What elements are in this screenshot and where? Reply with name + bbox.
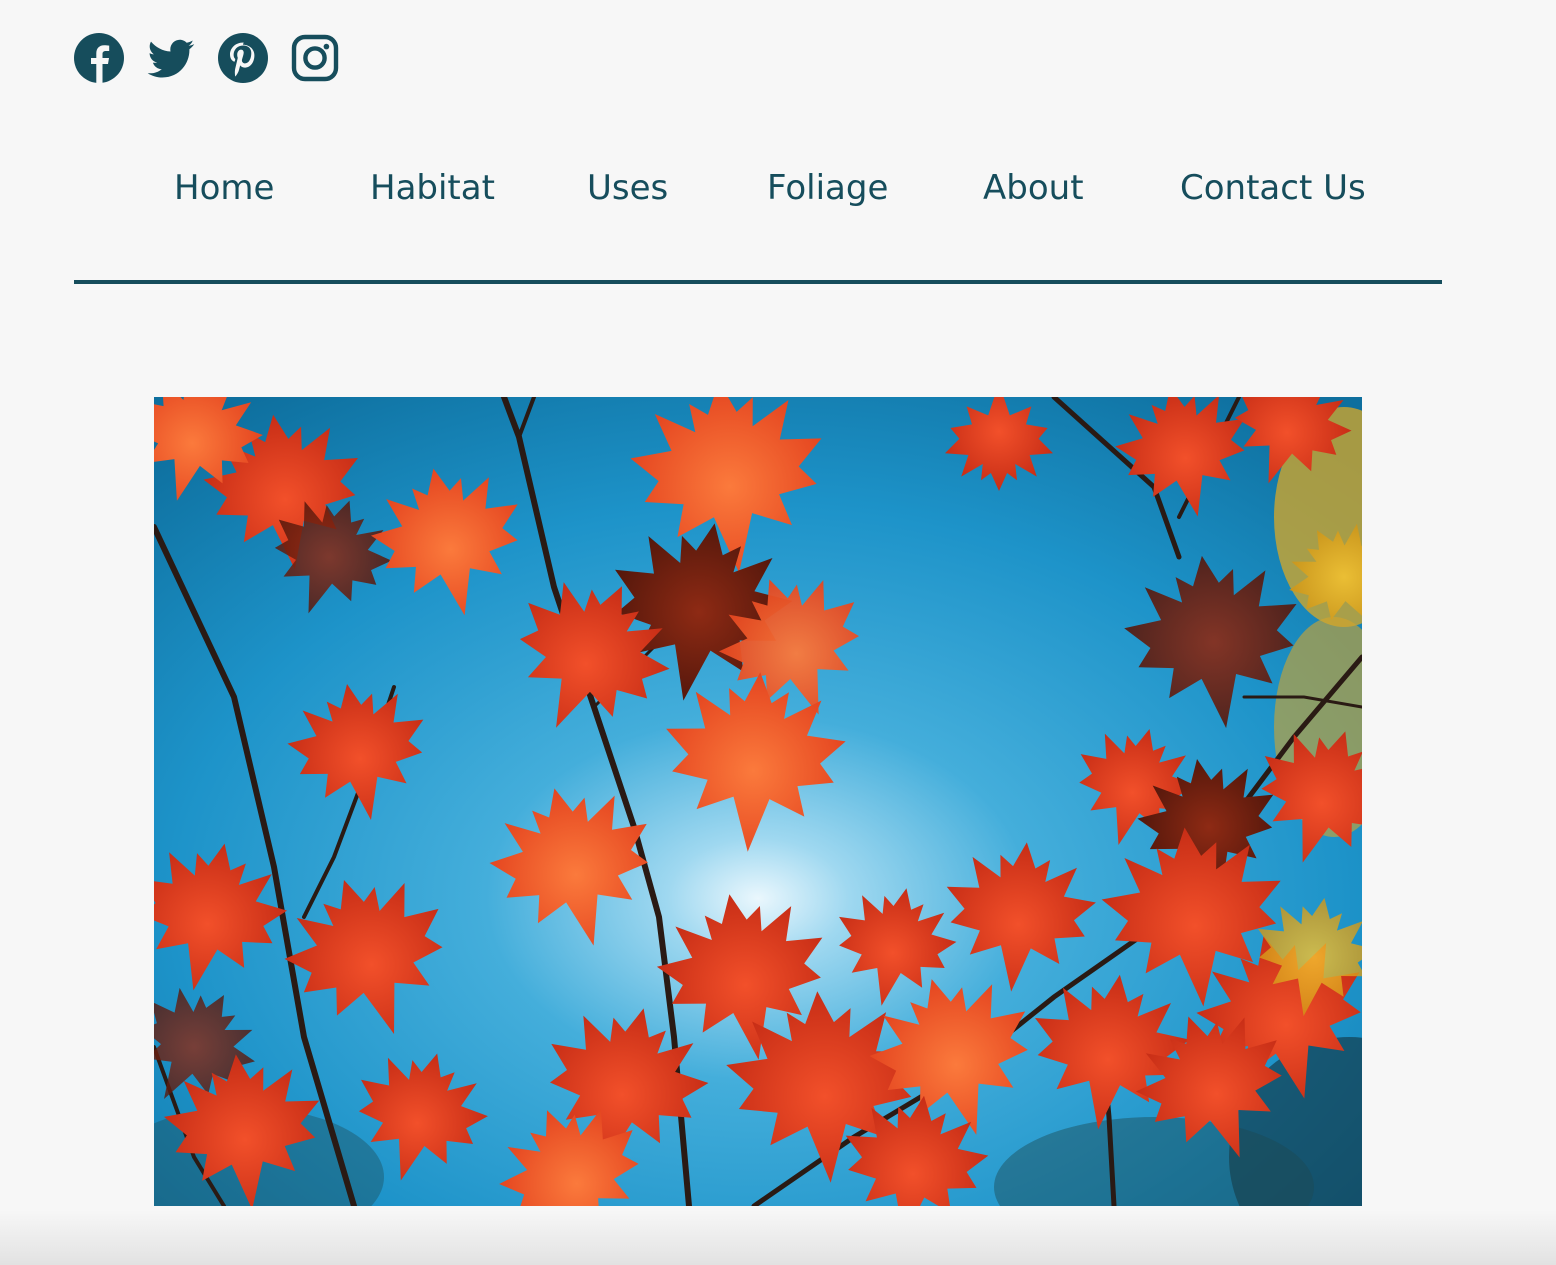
facebook-link[interactable] bbox=[74, 33, 124, 83]
nav-item-home[interactable]: Home bbox=[174, 160, 274, 216]
nav-item-about[interactable]: About bbox=[983, 160, 1084, 216]
twitter-icon bbox=[147, 39, 195, 78]
instagram-link[interactable] bbox=[290, 33, 340, 83]
nav-item-contact-us[interactable]: Contact Us bbox=[1180, 160, 1366, 216]
main-navigation: Home Habitat Uses Foliage About Contact … bbox=[74, 160, 1442, 216]
pinterest-icon bbox=[218, 33, 268, 83]
maple-leaves-photo bbox=[154, 397, 1362, 1206]
hero-image bbox=[154, 397, 1362, 1206]
social-links bbox=[74, 33, 340, 83]
page: Home Habitat Uses Foliage About Contact … bbox=[0, 0, 1556, 1265]
pinterest-link[interactable] bbox=[218, 33, 268, 83]
nav-item-foliage[interactable]: Foliage bbox=[767, 160, 888, 216]
instagram-icon bbox=[291, 34, 339, 82]
nav-item-habitat[interactable]: Habitat bbox=[370, 160, 495, 216]
header-divider bbox=[74, 280, 1442, 284]
facebook-icon bbox=[74, 33, 124, 83]
page-bottom-shadow bbox=[0, 1210, 1556, 1265]
nav-item-uses[interactable]: Uses bbox=[587, 160, 668, 216]
twitter-link[interactable] bbox=[146, 33, 196, 83]
